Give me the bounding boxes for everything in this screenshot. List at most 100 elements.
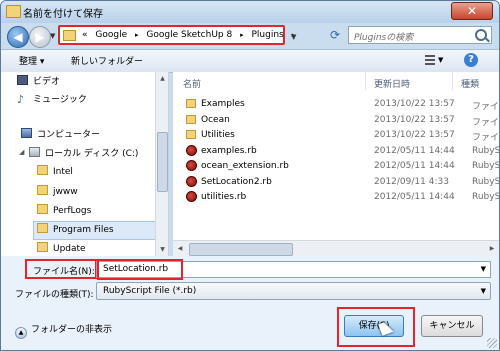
scrollbar-thumb[interactable]	[157, 132, 168, 192]
search-input[interactable]: Pluginsの検索	[348, 26, 492, 44]
address-dropdown-icon[interactable]: ▼	[291, 33, 296, 41]
back-button[interactable]: ◀	[7, 26, 29, 48]
file-row-ocean-folder[interactable]: Ocean 2013/10/22 13:57 ファイル	[182, 113, 499, 128]
close-button[interactable]: ✕	[451, 2, 493, 20]
nav-item-perflogs[interactable]: PerfLogs	[37, 204, 91, 220]
nav-item-music[interactable]: ♪ ミュージック	[17, 92, 87, 108]
chevron-right-icon[interactable]: ▸	[240, 31, 244, 39]
nav-scrollbar[interactable]: ▲ ▼	[155, 72, 168, 256]
file-row-ocean-extension-rb[interactable]: ocean_extension.rb 2012/05/11 14:44 Ruby…	[182, 159, 499, 174]
column-header-name[interactable]: 名前	[183, 77, 201, 90]
address-bar[interactable]: « Google ▸ Google SketchUp 8 ▸ Plugins ▸	[58, 25, 295, 45]
folder-icon	[6, 5, 21, 18]
nav-item-jwww[interactable]: jwww	[37, 185, 78, 201]
breadcrumb-google[interactable]: Google	[95, 30, 127, 40]
file-row-examples-rb[interactable]: examples.rb 2012/05/11 14:44 RubySc	[182, 144, 499, 159]
file-date: 2012/05/11 14:44	[374, 161, 455, 171]
folder-icon	[63, 30, 76, 41]
scroll-down-icon[interactable]: ▼	[156, 243, 168, 256]
navigation-pane: ビデオ ♪ ミュージック コンピューター ◢ ローカル ディスク (C:) Int…	[1, 72, 169, 256]
column-header-date[interactable]: 更新日時	[374, 77, 410, 90]
file-type: RubySc	[472, 161, 499, 171]
file-type: ファイル	[472, 118, 499, 128]
filename-field[interactable]: SetLocation.rb ▼	[96, 259, 491, 280]
scroll-left-icon[interactable]: ◀	[173, 241, 187, 256]
help-icon[interactable]: ?	[464, 53, 478, 67]
file-date: 2013/10/22 13:57	[374, 115, 455, 125]
nav-item-program-files[interactable]: Program Files	[33, 221, 156, 240]
address-row: ◀ ▶ ▼ « Google ▸ Google SketchUp 8 ▸ Plu…	[1, 23, 499, 49]
organize-button[interactable]: 整理 ▾	[19, 54, 44, 67]
chevron-up-icon: ▲	[15, 327, 27, 339]
breadcrumb-sketchup[interactable]: Google SketchUp 8	[146, 30, 232, 40]
view-dropdown-icon[interactable]: ▼	[438, 56, 443, 64]
hide-folders-toggle[interactable]: ▲ フォルダーの非表示	[15, 322, 112, 339]
file-name: Examples	[201, 99, 245, 109]
resize-grip-icon[interactable]	[487, 338, 497, 348]
filetype-label: ファイルの種類(T):	[15, 290, 94, 300]
view-options-icon[interactable]	[425, 55, 435, 65]
column-divider[interactable]	[452, 72, 453, 90]
folder-icon	[186, 115, 196, 124]
file-type: ファイル	[472, 102, 499, 112]
video-icon	[17, 75, 28, 85]
file-name: Ocean	[201, 115, 230, 125]
file-type: RubySc	[472, 192, 499, 202]
nav-item-intel[interactable]: Intel	[37, 165, 73, 181]
collapse-icon[interactable]: ◢	[19, 148, 24, 156]
file-date: 2013/10/22 13:57	[374, 130, 455, 140]
save-form: ファイル名(N): SetLocation.rb ▼ ファイルの種類(T): R…	[1, 256, 499, 350]
filetype-select[interactable]: RubyScript File (*.rb) ▼	[96, 282, 491, 300]
computer-icon	[21, 128, 32, 138]
breadcrumb-plugins[interactable]: Plugins	[251, 30, 283, 40]
title-bar: 名前を付けて保存 ✕	[1, 1, 499, 23]
search-icon[interactable]	[475, 29, 487, 41]
hide-folders-label: フォルダーの非表示	[31, 325, 113, 335]
chevron-down-icon[interactable]: ▼	[481, 265, 486, 273]
new-folder-button[interactable]: 新しいフォルダー	[71, 54, 143, 67]
nav-item-update[interactable]: Update	[37, 242, 86, 256]
column-header-type[interactable]: 種類	[461, 77, 479, 90]
file-date: 2012/05/11 14:44	[374, 192, 455, 202]
nav-item-computer[interactable]: コンピューター	[21, 127, 100, 143]
nav-item-video[interactable]: ビデオ	[17, 74, 60, 90]
folder-icon	[37, 223, 48, 233]
music-icon: ♪	[17, 93, 25, 106]
cancel-button[interactable]: キャンセル	[421, 315, 483, 337]
scroll-right-icon[interactable]: ▶	[485, 241, 499, 256]
chevron-right-icon[interactable]: ▸	[135, 31, 139, 39]
folder-icon	[37, 204, 48, 214]
file-name: examples.rb	[201, 146, 257, 156]
folder-icon	[37, 165, 48, 175]
file-name: SetLocation2.rb	[201, 177, 272, 187]
forward-button[interactable]: ▶	[29, 26, 51, 48]
file-date: 2012/05/11 14:44	[374, 146, 455, 156]
column-divider[interactable]	[365, 72, 366, 90]
folder-icon	[37, 242, 48, 252]
file-row-examples-folder[interactable]: Examples 2013/10/22 13:57 ファイル	[182, 97, 499, 112]
refresh-button[interactable]: ⟳	[327, 27, 343, 43]
ruby-file-icon	[186, 176, 197, 187]
ruby-file-icon	[186, 191, 197, 202]
file-row-setlocation2-rb[interactable]: SetLocation2.rb 2012/09/11 4:33 RubySc	[182, 175, 499, 190]
file-date: 2013/10/22 13:57	[374, 99, 455, 109]
file-row-utilities-rb[interactable]: utilities.rb 2012/05/11 14:44 RubySc	[182, 190, 499, 205]
file-type: RubySc	[472, 146, 499, 156]
breadcrumb-overflow[interactable]: «	[82, 30, 88, 40]
horizontal-scrollbar[interactable]: ◀ ▶	[173, 240, 499, 256]
nav-item-label: コンピューター	[37, 130, 101, 140]
window-title: 名前を付けて保存	[23, 9, 103, 20]
file-row-utilities-folder[interactable]: Utilities 2013/10/22 13:57 ファイル	[182, 128, 499, 143]
chevron-down-icon[interactable]: ▼	[481, 287, 486, 295]
recent-pages-dropdown[interactable]: ▼	[50, 32, 55, 40]
nav-item-label: ビデオ	[33, 77, 61, 87]
ruby-file-icon	[186, 145, 197, 156]
save-button[interactable]: 保存(S)	[344, 315, 404, 337]
folder-icon	[186, 99, 196, 108]
folder-icon	[186, 130, 196, 139]
scroll-up-icon[interactable]: ▲	[156, 72, 168, 85]
file-type: RubySc	[472, 177, 499, 187]
scrollbar-thumb[interactable]	[189, 243, 293, 256]
nav-item-local-disk[interactable]: ローカル ディスク (C:)	[29, 146, 138, 162]
nav-item-label: ミュージック	[33, 95, 87, 105]
